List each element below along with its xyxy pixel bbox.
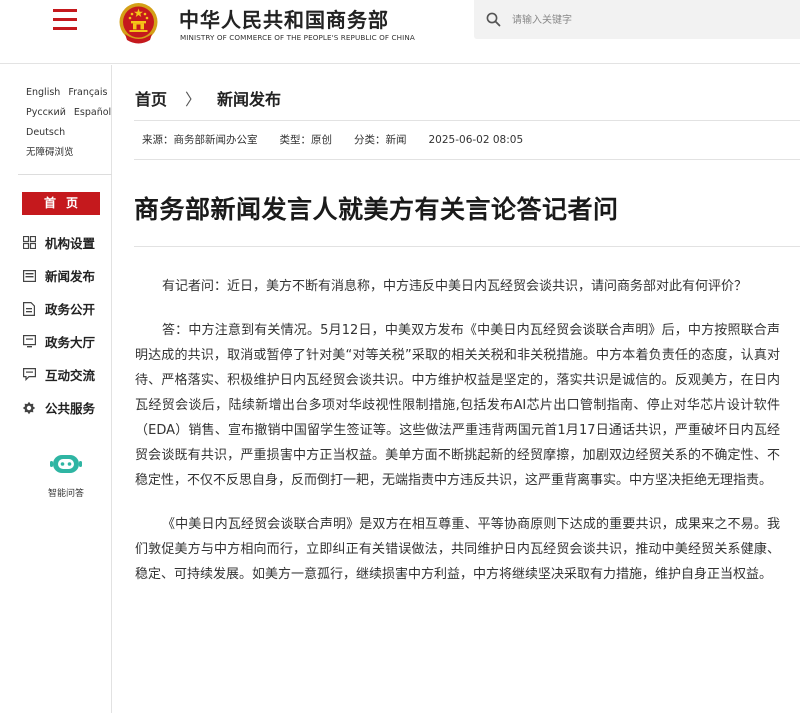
sidebar-divider bbox=[18, 174, 112, 175]
national-emblem-logo[interactable] bbox=[117, 0, 160, 47]
search-icon[interactable] bbox=[486, 12, 501, 27]
menu-icon[interactable] bbox=[53, 9, 77, 31]
lang-german-link[interactable]: Deutsch bbox=[26, 127, 65, 138]
sidebar-home-button[interactable]: 首页 bbox=[22, 192, 100, 215]
breadcrumb: 首页〉新闻发布 bbox=[135, 86, 281, 110]
sidebar-item-service-hall[interactable]: 政务大厅 bbox=[22, 325, 95, 358]
news-icon bbox=[22, 269, 36, 283]
meta-type: 类型：原创 bbox=[279, 134, 333, 146]
search-input[interactable] bbox=[512, 9, 782, 31]
article-meta: 来源：商务部新闻办公室 类型：原创 分类：新闻 2025-06-02 08:05 bbox=[142, 132, 545, 147]
site-subtitle: MINISTRY OF COMMERCE OF THE PEOPLE'S REP… bbox=[180, 33, 415, 42]
lang-english-link[interactable]: English bbox=[26, 87, 60, 98]
sidebar-item-label: 互动交流 bbox=[45, 368, 96, 383]
lang-french-link[interactable]: Français bbox=[68, 87, 107, 98]
sidebar: English Français Русский Español Deutsch 无… bbox=[0, 65, 112, 713]
article-paragraph: 《中美日内瓦经贸会谈联合声明》是双方在相互尊重、平等协商原则下达成的重要共识，成… bbox=[135, 517, 780, 582]
document-icon bbox=[22, 301, 36, 316]
article-paragraph: 答：中方注意到有关情况。5月12日，中美双方发布《中美日内瓦经贸会谈联合声明》后… bbox=[135, 323, 780, 488]
sidebar-item-public-affairs[interactable]: 政务公开 bbox=[22, 292, 95, 325]
site-header: 中华人民共和国商务部 MINISTRY OF COMMERCE OF THE P… bbox=[0, 0, 800, 64]
breadcrumb-current-link[interactable]: 新闻发布 bbox=[217, 90, 281, 109]
sidebar-item-label: 机构设置 bbox=[45, 236, 96, 251]
site-title: 中华人民共和国商务部 bbox=[179, 8, 389, 32]
sidebar-item-news[interactable]: 新闻发布 bbox=[22, 259, 95, 292]
search-bar bbox=[474, 0, 800, 39]
accessibility-link[interactable]: 无障碍浏览 bbox=[26, 147, 74, 158]
smart-qa-button[interactable]: 智能问答 bbox=[40, 452, 92, 499]
sidebar-item-label: 公共服务 bbox=[45, 401, 96, 416]
sidebar-item-label: 政务公开 bbox=[45, 302, 96, 317]
sidebar-item-public-service[interactable]: 公共服务 bbox=[22, 391, 95, 424]
chat-icon bbox=[22, 368, 36, 382]
article-paragraph: 有记者问：近日，美方不断有消息称，中方违反中美日内瓦经贸会谈共识，请问商务部对此… bbox=[162, 279, 748, 294]
meta-category: 分类：新闻 bbox=[354, 134, 407, 146]
sidebar-nav: 机构设置 新闻发布 政务公开 政务大厅 互动交流 公共服务 bbox=[22, 226, 95, 424]
sidebar-item-label: 新闻发布 bbox=[45, 269, 96, 284]
smart-qa-label: 智能问答 bbox=[47, 489, 84, 499]
sidebar-item-label: 政务大厅 bbox=[45, 335, 96, 350]
article-title: 商务部新闻发言人就美方有关言论答记者问 bbox=[134, 195, 619, 224]
title-divider bbox=[134, 246, 800, 247]
article-meta-bar: 来源：商务部新闻办公室 类型：原创 分类：新闻 2025-06-02 08:05 bbox=[134, 120, 800, 160]
meta-datetime: 2025-06-02 08:05 bbox=[428, 134, 524, 146]
sidebar-item-organization[interactable]: 机构设置 bbox=[22, 226, 95, 259]
breadcrumb-separator: 〉 bbox=[185, 90, 202, 109]
sidebar-item-interaction[interactable]: 互动交流 bbox=[22, 358, 95, 391]
breadcrumb-home-link[interactable]: 首页 bbox=[135, 90, 167, 109]
lang-russian-link[interactable]: Русский bbox=[26, 107, 66, 118]
robot-icon bbox=[50, 455, 82, 473]
service-gear-icon bbox=[22, 401, 36, 415]
meta-source: 来源：商务部新闻办公室 bbox=[142, 134, 258, 146]
language-links: English Français Русский Español Deutsch 无… bbox=[26, 83, 119, 163]
article-body: 有记者问：近日，美方不断有消息称，中方违反中美日内瓦经贸会谈共识，请问商务部对此… bbox=[135, 274, 780, 606]
monitor-icon bbox=[22, 335, 36, 349]
org-grid-icon bbox=[22, 236, 36, 250]
lang-spanish-link[interactable]: Español bbox=[74, 107, 111, 118]
